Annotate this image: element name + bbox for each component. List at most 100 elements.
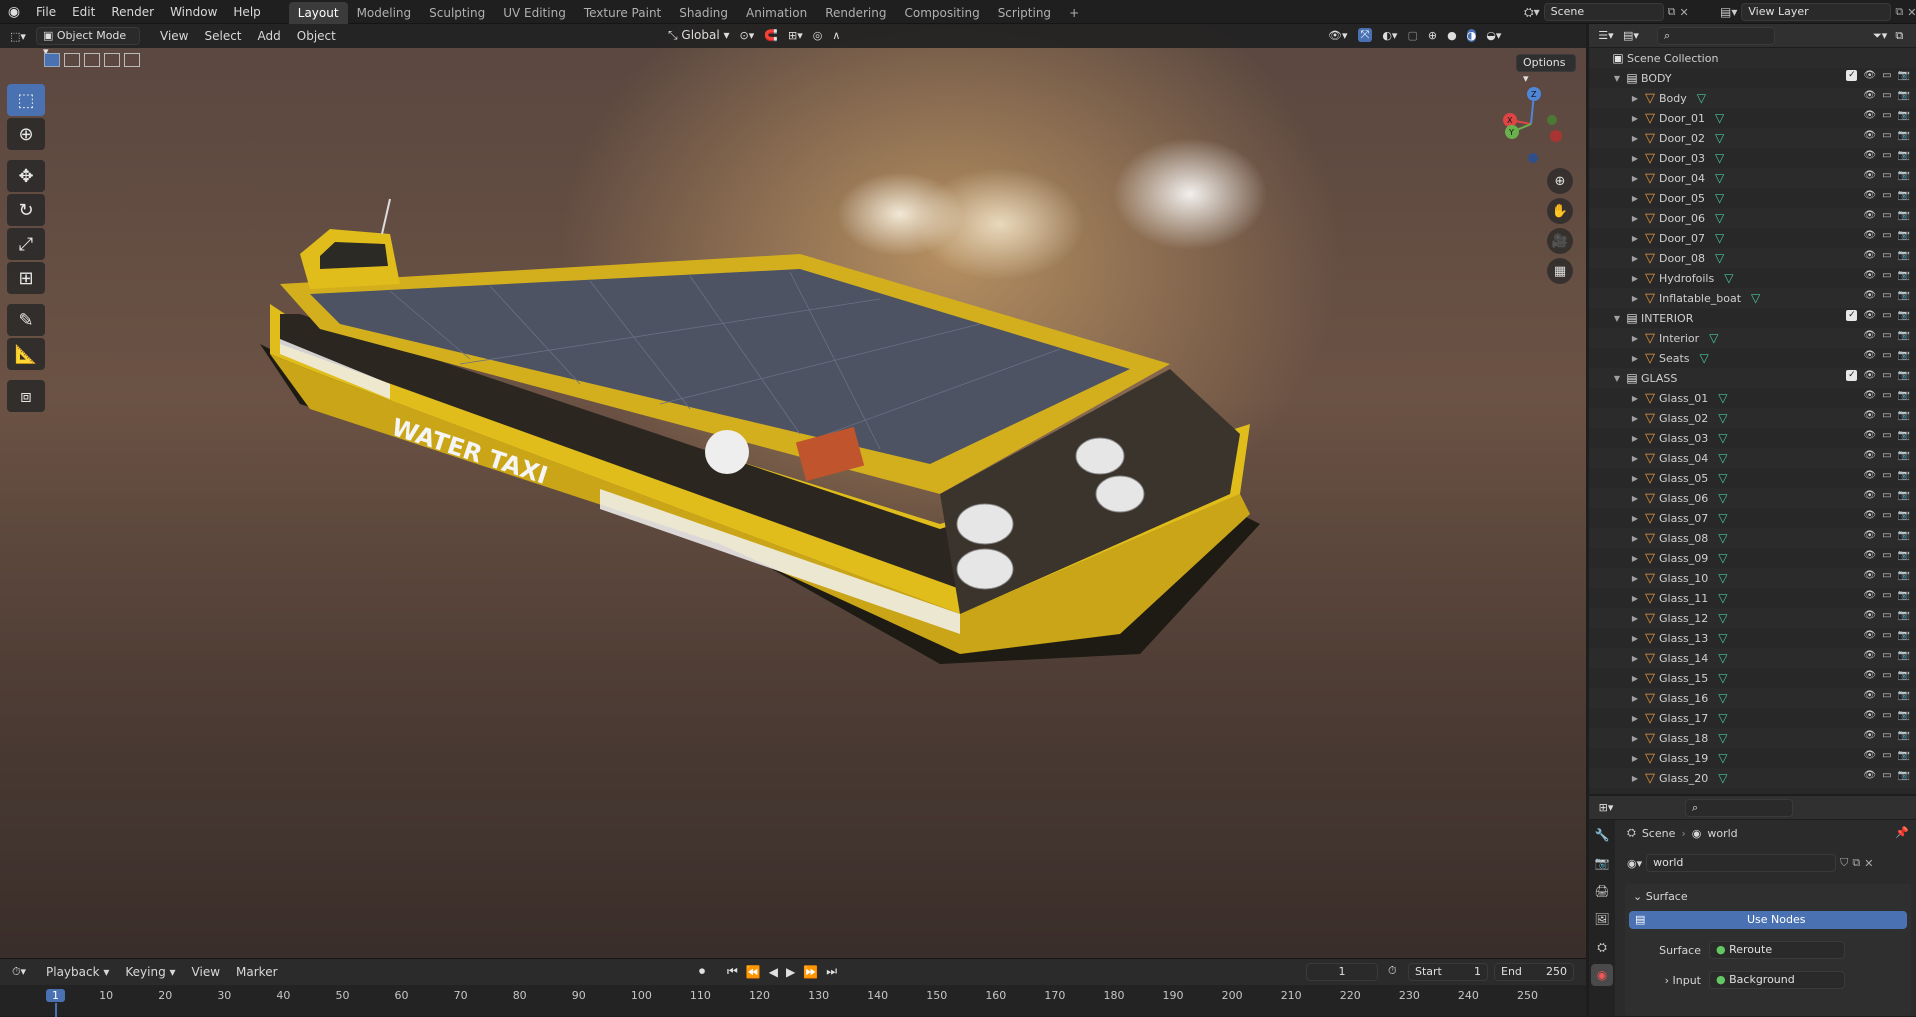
current-frame-indicator[interactable]: 1 (46, 989, 65, 1002)
object-row[interactable]: ▶ ▽ Glass_19 ▽ 👁 ▭ 📷 (1589, 748, 1916, 768)
annotate-tool[interactable]: ✎ (7, 304, 45, 336)
menu-help[interactable]: Help (225, 0, 268, 24)
viewport-monitor-icon[interactable]: ▭ (1882, 690, 1891, 701)
world-tab-icon[interactable]: ◉ (1591, 964, 1613, 986)
properties-search-input[interactable]: ⌕ (1685, 798, 1793, 817)
expand-arrow-icon[interactable]: ▶ (1629, 154, 1641, 163)
render-camera-icon[interactable]: 📷 (1898, 70, 1910, 81)
render-camera-icon[interactable]: 📷 (1898, 190, 1910, 201)
menu-keying[interactable]: Keying ▾ (117, 960, 183, 984)
snap-icon[interactable]: 🧲 (764, 29, 778, 42)
object-row[interactable]: ▶ ▽ Door_01 ▽ 👁 ▭ 📷 (1589, 108, 1916, 128)
object-row[interactable]: ▶ ▽ Body ▽ 👁 ▭ 📷 (1589, 88, 1916, 108)
expand-arrow-icon[interactable]: ▶ (1629, 454, 1641, 463)
object-row[interactable]: ▶ ▽ Glass_07 ▽ 👁 ▭ 📷 (1589, 508, 1916, 528)
eye-icon[interactable]: 👁 (1863, 270, 1876, 281)
render-camera-icon[interactable]: 📷 (1898, 710, 1910, 721)
eye-icon[interactable]: 👁 (1863, 90, 1876, 101)
mesh-data-icon[interactable]: ▽ (1718, 551, 1727, 565)
eye-icon[interactable]: 👁 (1863, 310, 1876, 321)
material-shading-icon[interactable]: ◑ (1466, 28, 1477, 42)
expand-arrow-icon[interactable]: ▶ (1629, 754, 1641, 763)
eye-icon[interactable]: 👁 (1863, 230, 1876, 241)
render-camera-icon[interactable]: 📷 (1898, 610, 1910, 621)
viewport-monitor-icon[interactable]: ▭ (1882, 130, 1891, 141)
tab-shading[interactable]: Shading (670, 2, 737, 24)
eye-icon[interactable]: 👁 (1863, 770, 1876, 781)
play-icon[interactable]: ▶ (783, 965, 798, 979)
mesh-data-icon[interactable]: ▽ (1715, 191, 1724, 205)
eye-icon[interactable]: 👁 (1863, 550, 1876, 561)
expand-arrow-icon[interactable]: ▶ (1629, 234, 1641, 243)
viewport-monitor-icon[interactable]: ▭ (1882, 610, 1891, 621)
mesh-data-icon[interactable]: ▽ (1718, 511, 1727, 525)
object-row[interactable]: ▶ ▽ Door_07 ▽ 👁 ▭ 📷 (1589, 228, 1916, 248)
wireframe-shading-icon[interactable]: ⊕ (1428, 29, 1437, 42)
scene-field[interactable]: Scene (1543, 3, 1664, 21)
scene-tab-icon[interactable]: ⛭ (1591, 936, 1613, 958)
object-row[interactable]: ▶ ▽ Glass_05 ▽ 👁 ▭ 📷 (1589, 468, 1916, 488)
eye-icon[interactable]: 👁 (1863, 250, 1876, 261)
eye-icon[interactable]: 👁 (1863, 610, 1876, 621)
object-row[interactable]: ▶ ▽ Hydrofoils ▽ 👁 ▭ 📷 (1589, 268, 1916, 288)
expand-arrow-icon[interactable]: ▶ (1629, 554, 1641, 563)
viewport-monitor-icon[interactable]: ▭ (1882, 570, 1891, 581)
viewport-monitor-icon[interactable]: ▭ (1882, 330, 1891, 341)
pan-hand-icon[interactable]: ✋ (1547, 198, 1573, 224)
expand-arrow-icon[interactable]: ▶ (1629, 634, 1641, 643)
render-camera-icon[interactable]: 📷 (1898, 90, 1910, 101)
expand-arrow-icon[interactable]: ▶ (1629, 214, 1641, 223)
render-camera-icon[interactable]: 📷 (1898, 330, 1910, 341)
pin-icon[interactable]: 📌 (1895, 826, 1909, 839)
mesh-data-icon[interactable]: ▽ (1718, 771, 1727, 785)
object-row[interactable]: ▶ ▽ Glass_14 ▽ 👁 ▭ 📷 (1589, 648, 1916, 668)
display-mode-icon[interactable]: ▤▾ (1623, 29, 1653, 42)
viewport-monitor-icon[interactable]: ▭ (1882, 350, 1891, 361)
object-row[interactable]: ▶ ▽ Glass_01 ▽ 👁 ▭ 📷 (1589, 388, 1916, 408)
viewport-monitor-icon[interactable]: ▭ (1882, 210, 1891, 221)
gizmo-neg-y-axis[interactable] (1547, 115, 1557, 125)
expand-arrow-icon[interactable]: ▼ (1611, 314, 1623, 323)
select-new-icon[interactable] (44, 53, 60, 67)
mesh-data-icon[interactable]: ▽ (1718, 451, 1727, 465)
viewport-monitor-icon[interactable]: ▭ (1882, 550, 1891, 561)
object-row[interactable]: ▶ ▽ Glass_12 ▽ 👁 ▭ 📷 (1589, 608, 1916, 628)
render-camera-icon[interactable]: 📷 (1898, 250, 1910, 261)
clock-icon[interactable]: ⏱ (1388, 964, 1397, 978)
select-invert-icon[interactable] (104, 53, 120, 67)
expand-arrow-icon[interactable]: ▶ (1629, 474, 1641, 483)
tab-sculpting[interactable]: Sculpting (420, 2, 494, 24)
object-row[interactable]: ▶ ▽ Glass_20 ▽ 👁 ▭ 📷 (1589, 768, 1916, 788)
add-workspace-button[interactable]: + (1060, 2, 1088, 24)
gizmo-neg-z-axis[interactable] (1528, 153, 1538, 163)
blender-logo-icon[interactable]: ◉ (0, 4, 28, 20)
eye-icon[interactable]: 👁 (1863, 630, 1876, 641)
eye-icon[interactable]: 👁 (1863, 490, 1876, 501)
mesh-data-icon[interactable]: ▽ (1718, 711, 1727, 725)
select-intersect-icon[interactable] (124, 53, 140, 67)
eye-icon[interactable]: 👁 (1863, 530, 1876, 541)
viewport-monitor-icon[interactable]: ▭ (1882, 170, 1891, 181)
collection-row-interior[interactable]: ▼ ▤ INTERIOR ✓ 👁 ▭ 📷 (1589, 308, 1916, 328)
expand-arrow-icon[interactable]: ▶ (1629, 714, 1641, 723)
viewport-monitor-icon[interactable]: ▭ (1882, 650, 1891, 661)
object-row[interactable]: ▶ ▽ Glass_09 ▽ 👁 ▭ 📷 (1589, 548, 1916, 568)
next-keyframe-icon[interactable]: ⏩ (800, 965, 821, 979)
camera-view-icon[interactable]: 🎥 (1547, 228, 1573, 254)
water-taxi-model[interactable]: WATER TAXI (240, 194, 1420, 834)
render-camera-icon[interactable]: 📷 (1898, 270, 1910, 281)
proportional-edit-icon[interactable]: ◎ (813, 29, 823, 42)
outliner-editor-icon[interactable]: ☰▾ (1589, 29, 1623, 42)
exclude-checkbox[interactable]: ✓ (1846, 70, 1858, 81)
tab-uv-editing[interactable]: UV Editing (494, 2, 575, 24)
viewport-monitor-icon[interactable]: ▭ (1882, 630, 1891, 641)
pivot-icon[interactable]: ⊙▾ (740, 29, 755, 42)
eye-icon[interactable]: 👁 (1863, 430, 1876, 441)
mesh-data-icon[interactable]: ▽ (1718, 651, 1727, 665)
editor-type-icon[interactable]: ⬚▾ (0, 30, 36, 43)
view-layer-icon[interactable]: ▤▾ (1720, 5, 1737, 19)
eye-icon[interactable]: 👁 (1863, 370, 1876, 381)
start-frame-field[interactable]: Start 1 (1408, 963, 1488, 981)
expand-arrow-icon[interactable]: ▶ (1629, 194, 1641, 203)
viewport-monitor-icon[interactable]: ▭ (1882, 410, 1891, 421)
